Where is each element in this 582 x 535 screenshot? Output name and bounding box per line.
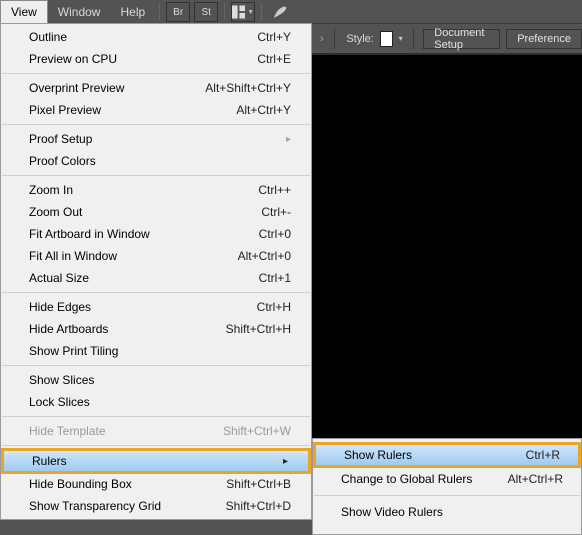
- label: Zoom Out: [29, 205, 261, 219]
- menu-item-pixel-preview[interactable]: Pixel Preview Alt+Ctrl+Y: [1, 99, 311, 121]
- shortcut: Alt+Ctrl+Y: [236, 103, 291, 117]
- label: Overprint Preview: [29, 81, 205, 95]
- label: Proof Setup: [29, 132, 280, 146]
- label: Proof Colors: [29, 154, 291, 168]
- style-label: Style:: [346, 33, 374, 45]
- label: Pixel Preview: [29, 103, 236, 117]
- menu-help[interactable]: Help: [110, 0, 155, 23]
- shortcut: Shift+Ctrl+D: [226, 499, 291, 513]
- label: Lock Slices: [29, 395, 291, 409]
- feedback-button[interactable]: [268, 2, 292, 22]
- menu-divider: [2, 445, 310, 446]
- menu-item-actual-size[interactable]: Actual Size Ctrl+1: [1, 267, 311, 289]
- submenu-item-show-rulers[interactable]: Show Rulers Ctrl+R: [313, 442, 581, 468]
- menu-item-rulers[interactable]: Rulers ▸: [1, 448, 311, 474]
- label: Show Video Rulers: [341, 505, 563, 519]
- chevron-right-icon: ›: [320, 33, 324, 45]
- menu-item-zoom-out[interactable]: Zoom Out Ctrl+-: [1, 201, 311, 223]
- label: Hide Bounding Box: [29, 477, 226, 491]
- shortcut: Ctrl+H: [257, 300, 291, 314]
- shortcut: Ctrl+-: [261, 205, 291, 219]
- menu-item-lock-slices[interactable]: Lock Slices: [1, 391, 311, 413]
- label: Actual Size: [29, 271, 259, 285]
- label: Show Transparency Grid: [29, 499, 226, 513]
- menu-item-fit-artboard[interactable]: Fit Artboard in Window Ctrl+0: [1, 223, 311, 245]
- menu-divider: [2, 124, 310, 125]
- menu-divider: [2, 292, 310, 293]
- label: Hide Artboards: [29, 322, 226, 336]
- bridge-button[interactable]: Br: [166, 2, 190, 22]
- menu-item-show-transparency-grid[interactable]: Show Transparency Grid Shift+Ctrl+D: [1, 495, 311, 517]
- shortcut: Shift+Ctrl+W: [223, 424, 291, 438]
- feather-icon: [272, 4, 288, 20]
- menu-item-proof-setup[interactable]: Proof Setup ▸: [1, 128, 311, 150]
- shortcut: Ctrl+0: [259, 227, 291, 241]
- menu-item-proof-colors[interactable]: Proof Colors: [1, 150, 311, 172]
- menu-item-hide-artboards[interactable]: Hide Artboards Shift+Ctrl+H: [1, 318, 311, 340]
- label: Show Rulers: [344, 448, 526, 462]
- shortcut: Ctrl+E: [257, 52, 291, 66]
- menu-divider: [2, 365, 310, 366]
- shortcut: Ctrl+1: [259, 271, 291, 285]
- menu-divider: [2, 73, 310, 74]
- label: Hide Template: [29, 424, 223, 438]
- shortcut: Ctrl+Y: [257, 30, 291, 44]
- menu-item-show-slices[interactable]: Show Slices: [1, 369, 311, 391]
- label: Show Slices: [29, 373, 291, 387]
- preferences-button[interactable]: Preference: [506, 29, 582, 49]
- menu-item-hide-edges[interactable]: Hide Edges Ctrl+H: [1, 296, 311, 318]
- menu-item-hide-bounding-box[interactable]: Hide Bounding Box Shift+Ctrl+B: [1, 473, 311, 495]
- dropdown-caret-icon: ▼: [247, 9, 254, 16]
- toolbar-separator: [413, 29, 414, 49]
- document-setup-button[interactable]: Document Setup: [423, 29, 500, 49]
- label: Preview on CPU: [29, 52, 257, 66]
- label: Change to Global Rulers: [341, 472, 508, 486]
- submenu-divider: [314, 495, 580, 496]
- label: Zoom In: [29, 183, 258, 197]
- style-dropdown-caret-icon[interactable]: ▾: [399, 34, 403, 43]
- label: Hide Edges: [29, 300, 257, 314]
- label: Fit Artboard in Window: [29, 227, 259, 241]
- style-swatch[interactable]: [380, 31, 393, 47]
- menu-item-zoom-in[interactable]: Zoom In Ctrl++: [1, 179, 311, 201]
- menu-view[interactable]: View: [0, 0, 48, 23]
- menu-item-hide-template: Hide Template Shift+Ctrl+W: [1, 420, 311, 442]
- submenu-arrow-icon: ▸: [286, 134, 291, 145]
- stock-button[interactable]: St: [194, 2, 218, 22]
- shortcut: Alt+Ctrl+0: [238, 249, 291, 263]
- menu-item-outline[interactable]: Outline Ctrl+Y: [1, 26, 311, 48]
- view-menu: Outline Ctrl+Y Preview on CPU Ctrl+E Ove…: [0, 23, 312, 520]
- menu-item-fit-all[interactable]: Fit All in Window Alt+Ctrl+0: [1, 245, 311, 267]
- shortcut: Alt+Shift+Ctrl+Y: [205, 81, 291, 95]
- submenu-item-change-to-global-rulers[interactable]: Change to Global Rulers Alt+Ctrl+R: [313, 467, 581, 491]
- menu-window[interactable]: Window: [48, 0, 111, 23]
- menubar-separator: [224, 3, 225, 20]
- submenu-arrow-icon: ▸: [283, 456, 288, 467]
- label: Fit All in Window: [29, 249, 238, 263]
- shortcut: Alt+Ctrl+R: [508, 472, 563, 486]
- shortcut: Ctrl++: [258, 183, 291, 197]
- menu-divider: [2, 416, 310, 417]
- label: Show Print Tiling: [29, 344, 291, 358]
- toolbar-separator: [334, 29, 335, 49]
- shortcut: Ctrl+R: [526, 448, 560, 462]
- menu-divider: [2, 175, 310, 176]
- label: Outline: [29, 30, 257, 44]
- submenu-item-show-video-rulers[interactable]: Show Video Rulers: [313, 500, 581, 524]
- menubar-separator: [159, 3, 160, 20]
- arrange-documents-button[interactable]: ▼: [231, 2, 255, 22]
- menu-item-show-print-tiling[interactable]: Show Print Tiling: [1, 340, 311, 362]
- menubar-separator: [261, 3, 262, 20]
- shortcut: Shift+Ctrl+B: [226, 477, 291, 491]
- menu-item-overprint-preview[interactable]: Overprint Preview Alt+Shift+Ctrl+Y: [1, 77, 311, 99]
- shortcut: Shift+Ctrl+H: [226, 322, 291, 336]
- menu-item-preview-cpu[interactable]: Preview on CPU Ctrl+E: [1, 48, 311, 70]
- rulers-submenu: Show Rulers Ctrl+R Change to Global Rule…: [312, 438, 582, 535]
- menubar: View Window Help Br St ▼: [0, 0, 582, 24]
- label: Rulers: [32, 454, 277, 468]
- arrange-documents-icon: [232, 5, 245, 19]
